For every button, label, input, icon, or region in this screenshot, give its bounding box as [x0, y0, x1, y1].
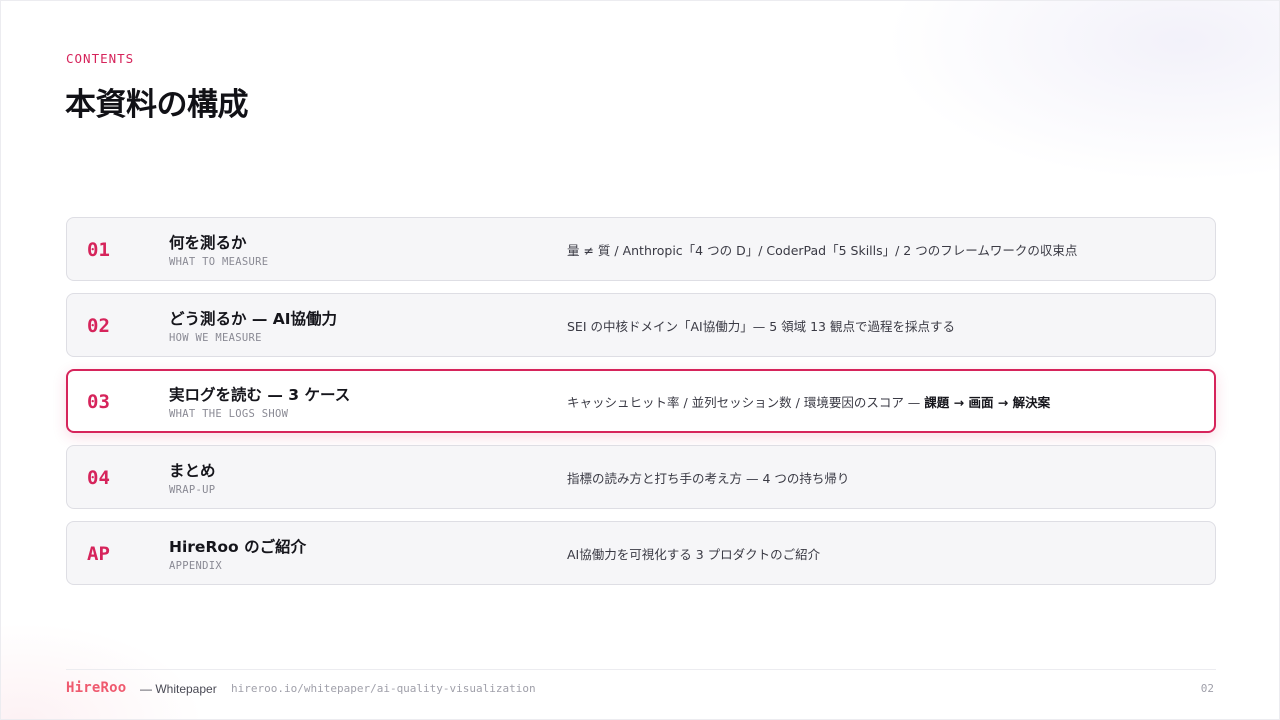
contents-row-04[interactable]: 04 まとめ WRAP-UP 指標の読み方と打ち手の考え方 — 4 つの持ち帰り: [66, 445, 1216, 509]
row-description-text: キャッシュヒット率 / 並列セッション数 / 環境要因のスコア —: [567, 395, 925, 410]
row-number: 03: [87, 391, 110, 413]
row-description: キャッシュヒット率 / 並列セッション数 / 環境要因のスコア — 課題 → 画…: [567, 392, 1050, 411]
contents-row-03-active[interactable]: 03 実ログを読む — 3 ケース WHAT THE LOGS SHOW キャッ…: [66, 369, 1216, 433]
page-title: 本資料の構成: [65, 87, 249, 123]
row-subtitle: APPENDIX: [169, 560, 222, 572]
footer-tag: — Whitepaper: [140, 682, 217, 696]
footer-url[interactable]: hireroo.io/whitepaper/ai-quality-visuali…: [231, 682, 536, 695]
row-description: AI協働力を可視化する 3 プロダクトのご紹介: [567, 547, 821, 562]
slide: CONTENTS 本資料の構成 01 何を測るか WHAT TO MEASURE…: [0, 0, 1280, 720]
row-subtitle: WHAT TO MEASURE: [169, 256, 269, 268]
row-description-highlight: 課題 → 画面 → 解決案: [924, 395, 1051, 410]
row-title: どう測るか — AI協働力: [169, 310, 338, 328]
row-description: SEI の中核ドメイン「AI協働力」— 5 領域 13 観点で過程を採点する: [567, 319, 955, 334]
row-description: 量 ≠ 質 / Anthropic「4 つの D」/ CoderPad「5 Sk…: [567, 243, 1078, 258]
row-title: 実ログを読む — 3 ケース: [169, 386, 351, 404]
contents-list: 01 何を測るか WHAT TO MEASURE 量 ≠ 質 / Anthrop…: [66, 217, 1216, 597]
row-number: 01: [87, 239, 110, 261]
row-subtitle: WHAT THE LOGS SHOW: [169, 408, 289, 420]
row-title: 何を測るか: [169, 234, 247, 252]
row-subtitle: WRAP-UP: [169, 484, 216, 496]
contents-row-appendix[interactable]: AP HireRoo のご紹介 APPENDIX AI協働力を可視化する 3 プ…: [66, 521, 1216, 585]
row-title: まとめ: [169, 462, 216, 480]
contents-row-02[interactable]: 02 どう測るか — AI協働力 HOW WE MEASURE SEI の中核ド…: [66, 293, 1216, 357]
page-number: 02: [1200, 682, 1214, 695]
section-eyebrow: CONTENTS: [66, 51, 135, 66]
hireroo-logo: HireRoo: [66, 680, 127, 696]
row-title: HireRoo のご紹介: [169, 538, 307, 556]
row-number: 02: [87, 315, 110, 337]
row-description: 指標の読み方と打ち手の考え方 — 4 つの持ち帰り: [567, 471, 850, 486]
row-subtitle: HOW WE MEASURE: [169, 332, 262, 344]
footer-divider: [66, 669, 1216, 670]
row-number: AP: [87, 543, 110, 565]
row-number: 04: [87, 467, 110, 489]
contents-row-01[interactable]: 01 何を測るか WHAT TO MEASURE 量 ≠ 質 / Anthrop…: [66, 217, 1216, 281]
